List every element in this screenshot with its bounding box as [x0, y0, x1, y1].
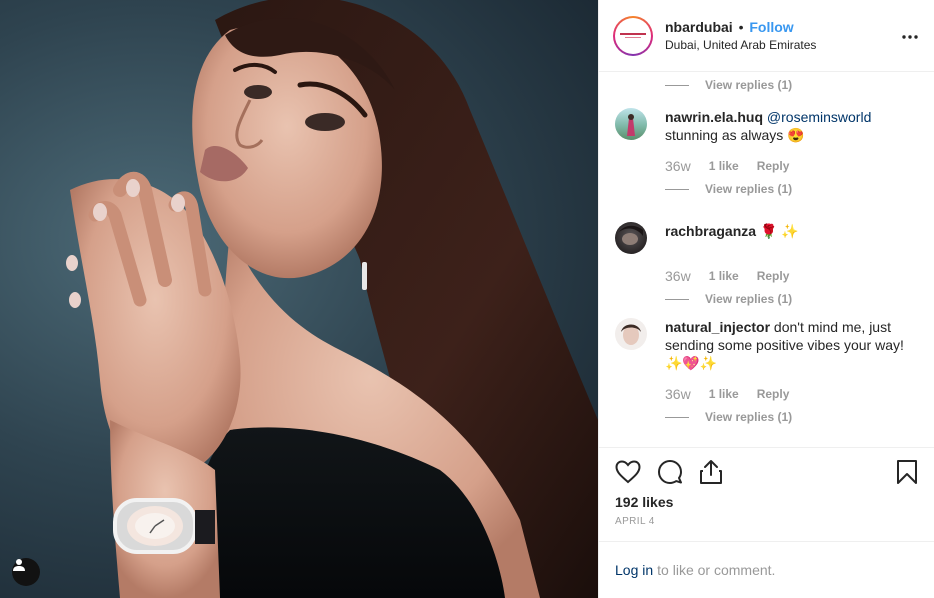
comment-likes-count[interactable]: 1 like — [709, 159, 739, 173]
save-button[interactable] — [896, 459, 918, 485]
comment-username[interactable]: rachbraganza — [665, 223, 756, 239]
profile-avatar[interactable] — [613, 15, 653, 56]
post-actions: 192 likes APRIL 4 — [599, 447, 934, 541]
comment-reply-button[interactable]: Reply — [757, 159, 790, 173]
post-location[interactable]: Dubai, United Arab Emirates — [665, 36, 816, 54]
replies-divider-line — [665, 298, 689, 300]
comment-button[interactable] — [657, 459, 683, 485]
comment-reply-button[interactable]: Reply — [757, 269, 790, 283]
login-prompt-bar: Log in to like or comment. — [599, 541, 934, 598]
comment-item: View replies (1) — [615, 72, 918, 92]
heart-icon — [615, 460, 641, 484]
brand-logo-icon — [618, 20, 648, 51]
comment-bubble-icon — [658, 460, 682, 484]
like-button[interactable] — [615, 460, 641, 484]
more-horizontal-icon — [902, 35, 918, 39]
user-icon — [13, 559, 25, 571]
header-separator: • — [738, 18, 744, 35]
comment-text: 🌹 ✨ — [759, 223, 799, 239]
replies-divider-line — [665, 416, 689, 418]
login-link[interactable]: Log in — [615, 562, 653, 578]
view-replies-button[interactable]: View replies (1) — [665, 78, 918, 92]
comment-timestamp[interactable]: 36w — [665, 386, 691, 402]
likes-count[interactable]: 192 likes — [615, 494, 918, 510]
share-button[interactable] — [699, 459, 723, 485]
comment-reply-button[interactable]: Reply — [757, 387, 790, 401]
bookmark-icon — [897, 460, 917, 484]
view-replies-button[interactable]: View replies (1) — [665, 182, 918, 196]
post-photo[interactable] — [0, 0, 598, 598]
post-author-username[interactable]: nbardubai — [665, 19, 733, 35]
comment-username[interactable]: natural_injector — [665, 319, 770, 335]
share-icon — [700, 460, 722, 484]
view-replies-label: View replies (1) — [705, 410, 793, 424]
commenter-avatar[interactable] — [615, 222, 647, 254]
commenter-avatar[interactable] — [615, 318, 647, 350]
more-options-button[interactable] — [902, 26, 918, 44]
view-replies-label: View replies (1) — [705, 292, 793, 306]
instagram-post: nbardubai • Follow Dubai, United Arab Em… — [0, 0, 934, 598]
comment-item: nawrin.ela.huq @roseminsworld stunning a… — [615, 108, 918, 196]
comment-item: natural_injector don't mind me, just sen… — [615, 318, 918, 424]
comment-mention-link[interactable]: @roseminsworld — [767, 109, 871, 125]
commenter-avatar[interactable] — [615, 108, 647, 140]
login-prompt-text: to like or comment. — [657, 562, 776, 578]
view-replies-button[interactable]: View replies (1) — [665, 410, 918, 424]
post-side-panel: nbardubai • Follow Dubai, United Arab Em… — [598, 0, 934, 598]
portrait-illustration — [66, 0, 598, 598]
comment-item: rachbraganza 🌹 ✨ 36w 1 like Reply View r… — [615, 222, 918, 306]
comment-text: stunning as always 😍 — [665, 127, 805, 143]
comment-likes-count[interactable]: 1 like — [709, 387, 739, 401]
comment-username[interactable]: nawrin.ela.huq — [665, 109, 763, 125]
replies-divider-line — [665, 84, 689, 86]
comment-timestamp[interactable]: 36w — [665, 268, 691, 284]
view-replies-label: View replies (1) — [705, 78, 793, 92]
post-date[interactable]: APRIL 4 — [615, 516, 918, 527]
post-header: nbardubai • Follow Dubai, United Arab Em… — [599, 0, 934, 72]
view-replies-label: View replies (1) — [705, 182, 793, 196]
follow-button[interactable]: Follow — [749, 19, 793, 35]
tagged-users-button[interactable] — [12, 558, 40, 586]
view-replies-button[interactable]: View replies (1) — [665, 292, 918, 306]
comment-timestamp[interactable]: 36w — [665, 158, 691, 174]
comments-list[interactable]: View replies (1) nawrin.ela.huq @rosemin… — [599, 72, 934, 447]
comment-likes-count[interactable]: 1 like — [709, 269, 739, 283]
replies-divider-line — [665, 188, 689, 190]
